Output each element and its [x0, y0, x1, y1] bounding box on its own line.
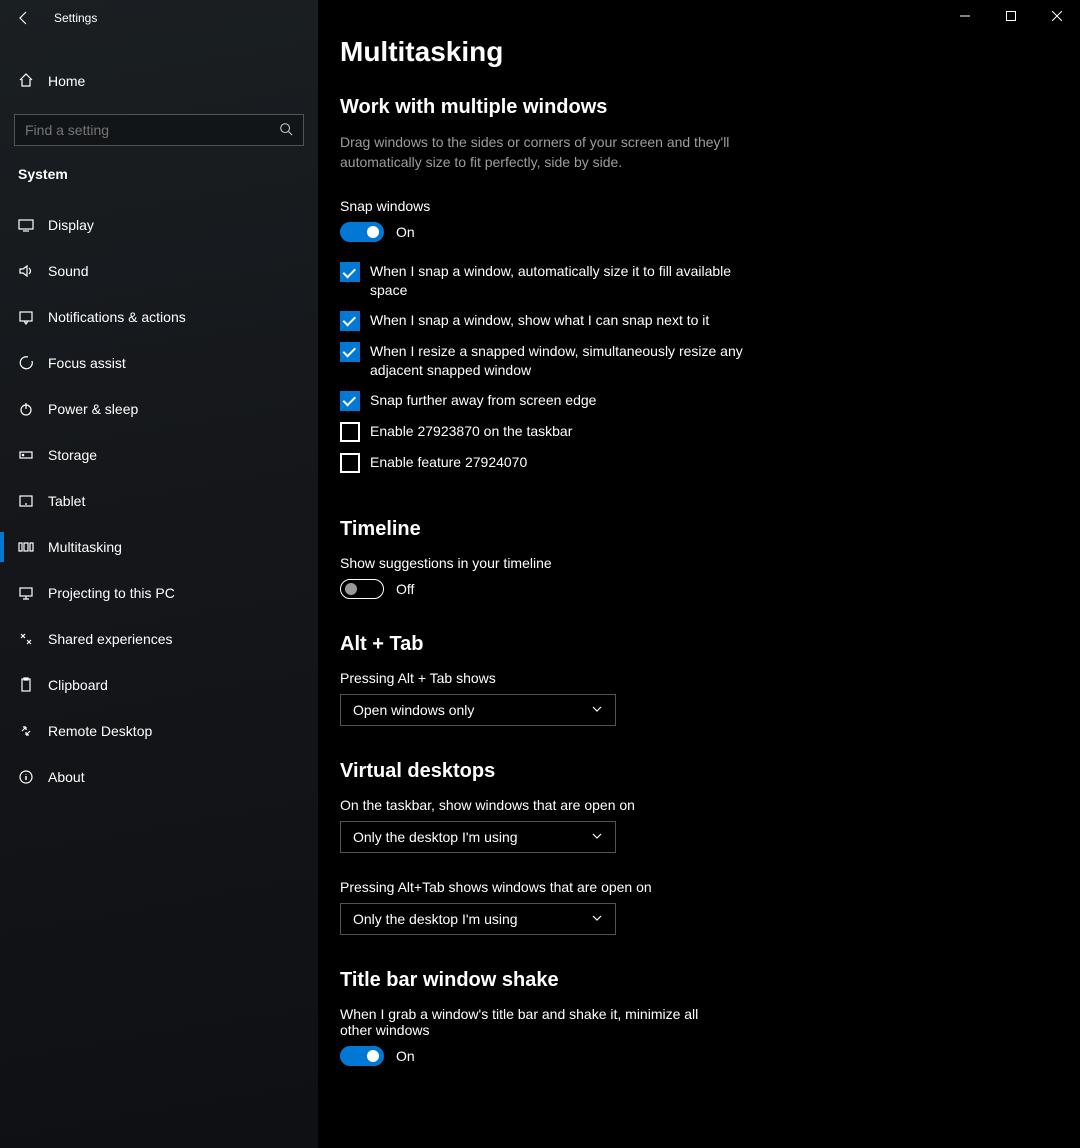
sidebar-category: System — [0, 146, 318, 192]
section-work-heading: Work with multiple windows — [340, 96, 1080, 119]
snap-check-row: When I resize a snapped window, simultan… — [340, 342, 770, 380]
sidebar-home-label: Home — [48, 73, 85, 89]
virtual-label1: On the taskbar, show windows that are op… — [340, 797, 1080, 813]
titlebar: Settings — [0, 0, 318, 36]
about-icon — [18, 769, 48, 785]
snap-check-row: When I snap a window, automatically size… — [340, 262, 770, 300]
sidebar-item-clipboard[interactable]: Clipboard — [0, 662, 318, 708]
sidebar-item-power-sleep[interactable]: Power & sleep — [0, 386, 318, 432]
section-shake-heading: Title bar window shake — [340, 969, 1080, 992]
display-icon — [18, 217, 48, 233]
snap-checkbox-0[interactable] — [340, 262, 360, 282]
main-panel: Multitasking Work with multiple windows … — [318, 0, 1080, 1148]
close-button[interactable] — [1034, 0, 1080, 32]
shake-state: On — [396, 1048, 415, 1064]
power-icon — [18, 401, 48, 417]
snap-check-row: Enable 27923870 on the taskbar — [340, 422, 770, 442]
storage-icon — [18, 447, 48, 463]
work-description: Drag windows to the sides or corners of … — [340, 133, 730, 172]
focus-assist-icon — [18, 355, 48, 371]
search-box[interactable] — [14, 114, 304, 146]
snap-checkbox-4[interactable] — [340, 422, 360, 442]
sidebar-item-storage[interactable]: Storage — [0, 432, 318, 478]
sidebar-item-remote-desktop[interactable]: Remote Desktop — [0, 708, 318, 754]
snap-checkbox-label: When I snap a window, show what I can sn… — [370, 311, 709, 330]
clipboard-icon — [18, 677, 48, 693]
section-timeline-heading: Timeline — [340, 518, 1080, 541]
tablet-icon — [18, 493, 48, 509]
sidebar-home[interactable]: Home — [0, 58, 318, 104]
snap-checkbox-5[interactable] — [340, 453, 360, 473]
timeline-state: Off — [396, 581, 414, 597]
timeline-toggle[interactable] — [340, 579, 384, 599]
remote-desktop-icon — [18, 723, 48, 739]
app-title: Settings — [54, 11, 97, 25]
sidebar-item-display[interactable]: Display — [0, 202, 318, 248]
section-alttab-heading: Alt + Tab — [340, 633, 1080, 656]
sound-icon — [18, 263, 48, 279]
chevron-down-icon — [591, 702, 603, 718]
snap-checkbox-1[interactable] — [340, 311, 360, 331]
snap-checkbox-2[interactable] — [340, 342, 360, 362]
projecting-icon — [18, 585, 48, 601]
snap-check-row: Enable feature 27924070 — [340, 453, 770, 473]
snap-checkbox-label: When I snap a window, automatically size… — [370, 262, 770, 300]
multitasking-icon — [18, 539, 48, 555]
shake-toggle[interactable] — [340, 1046, 384, 1066]
snap-check-row: When I snap a window, show what I can sn… — [340, 311, 770, 331]
alttab-label: Pressing Alt + Tab shows — [340, 670, 1080, 686]
snap-checkbox-label: Enable feature 27924070 — [370, 453, 527, 472]
sidebar-item-multitasking[interactable]: Multitasking — [0, 524, 318, 570]
home-icon — [18, 72, 48, 91]
snap-checkbox-3[interactable] — [340, 391, 360, 411]
snap-checkbox-label: When I resize a snapped window, simultan… — [370, 342, 770, 380]
notifications-icon — [18, 309, 48, 325]
shared-experiences-icon — [18, 631, 48, 647]
window-controls — [942, 0, 1080, 32]
sidebar: Settings Home System Display Sound Notif… — [0, 0, 318, 1148]
snap-windows-state: On — [396, 224, 415, 240]
content: Multitasking Work with multiple windows … — [318, 0, 1080, 1066]
sidebar-item-notifications[interactable]: Notifications & actions — [0, 294, 318, 340]
minimize-button[interactable] — [942, 0, 988, 32]
sidebar-item-tablet[interactable]: Tablet — [0, 478, 318, 524]
snap-checkbox-label: Enable 27923870 on the taskbar — [370, 422, 572, 441]
search-icon — [279, 122, 293, 139]
chevron-down-icon — [591, 911, 603, 927]
alttab-dropdown[interactable]: Open windows only — [340, 694, 616, 726]
snap-windows-toggle[interactable] — [340, 222, 384, 242]
virtual-taskbar-dropdown[interactable]: Only the desktop I'm using — [340, 821, 616, 853]
sidebar-item-sound[interactable]: Sound — [0, 248, 318, 294]
virtual-label2: Pressing Alt+Tab shows windows that are … — [340, 879, 1080, 895]
sidebar-item-projecting[interactable]: Projecting to this PC — [0, 570, 318, 616]
sidebar-item-shared-experiences[interactable]: Shared experiences — [0, 616, 318, 662]
section-virtual-heading: Virtual desktops — [340, 760, 1080, 783]
maximize-button[interactable] — [988, 0, 1034, 32]
virtual-alttab-value: Only the desktop I'm using — [353, 911, 518, 927]
page-title: Multitasking — [340, 36, 1080, 68]
snap-options: When I snap a window, automatically size… — [340, 262, 770, 473]
virtual-alttab-dropdown[interactable]: Only the desktop I'm using — [340, 903, 616, 935]
timeline-label: Show suggestions in your timeline — [340, 555, 1080, 571]
back-button[interactable] — [16, 10, 44, 26]
snap-windows-label: Snap windows — [340, 198, 1080, 214]
search-container — [14, 114, 304, 146]
search-input[interactable] — [25, 122, 266, 138]
alttab-value: Open windows only — [353, 702, 474, 718]
virtual-taskbar-value: Only the desktop I'm using — [353, 829, 518, 845]
sidebar-item-focus-assist[interactable]: Focus assist — [0, 340, 318, 386]
chevron-down-icon — [591, 829, 603, 845]
shake-label: When I grab a window's title bar and sha… — [340, 1006, 730, 1038]
sidebar-item-about[interactable]: About — [0, 754, 318, 800]
sidebar-nav: Display Sound Notifications & actions Fo… — [0, 202, 318, 800]
snap-checkbox-label: Snap further away from screen edge — [370, 391, 596, 410]
snap-check-row: Snap further away from screen edge — [340, 391, 770, 411]
